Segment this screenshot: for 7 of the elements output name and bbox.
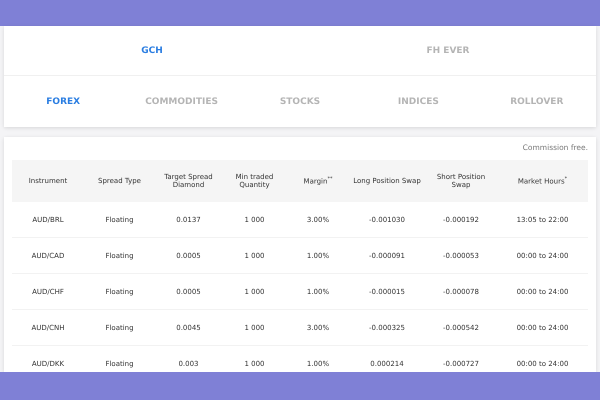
brand-tab[interactable]: GCH <box>137 44 167 58</box>
category-tab[interactable]: ROLLOVER <box>506 94 568 108</box>
brand-tab[interactable]: FH EVER <box>422 44 474 58</box>
category-tab[interactable]: INDICES <box>394 94 443 108</box>
category-tab[interactable]: FOREX <box>42 94 84 108</box>
category-tab[interactable]: STOCKS <box>276 94 324 108</box>
category-tab[interactable]: COMMODITIES <box>141 94 222 108</box>
